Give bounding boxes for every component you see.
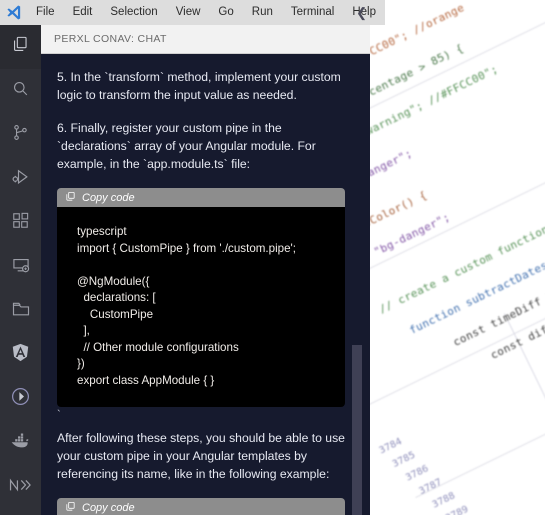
copy-code-button[interactable]: Copy code: [57, 188, 345, 207]
sidebar-item-extensions[interactable]: [0, 201, 41, 245]
sidebar-item-search[interactable]: [0, 69, 41, 113]
vscode-logo-icon: [0, 4, 27, 21]
search-icon: [11, 79, 30, 103]
chat-message-body: 5. In the `transform` method, implement …: [41, 54, 370, 515]
panel-header: PERXL CONAV: CHAT: [41, 25, 370, 54]
sidebar-item-source-control[interactable]: [0, 113, 41, 157]
activity-bar: [0, 25, 41, 515]
perxl-conav-chat-panel: PERXL CONAV: CHAT 5. In the `transform` …: [41, 25, 370, 515]
bg-gutter-number: 3789: [444, 504, 470, 515]
run-and-debug-icon: [11, 167, 31, 192]
chat-paragraph-closing: After following these steps, you should …: [57, 429, 354, 483]
code-line: import { CustomPipe } from './custom.pip…: [77, 241, 345, 258]
code-line: @NgModule({: [77, 274, 345, 291]
code-line: export class AppModule { }: [77, 373, 345, 390]
menu-run[interactable]: Run: [243, 0, 282, 25]
sidebar-item-folders[interactable]: [0, 289, 41, 333]
extensions-blocks-icon: [11, 211, 30, 235]
chat-paragraph-step5: 5. In the `transform` method, implement …: [57, 68, 354, 104]
play-circle-icon: [10, 386, 31, 412]
sidebar-item-angular[interactable]: [0, 333, 41, 377]
copy-code-label-2: Copy code: [82, 502, 135, 514]
sidebar-item-run-and-debug[interactable]: [0, 157, 41, 201]
code-line: declarations: [: [77, 290, 345, 307]
bg-gutter-number: 3784: [377, 436, 403, 456]
code-line: [77, 257, 345, 274]
panel-title: PERXL CONAV: CHAT: [54, 33, 167, 45]
menu-edit[interactable]: Edit: [64, 0, 102, 25]
bg-gutter-number: 3787: [417, 477, 443, 497]
nx-console-icon: [9, 477, 32, 498]
bg-gutter-number: 3785: [391, 450, 417, 470]
docker-whale-icon: [9, 429, 32, 457]
files-explorer-icon: [11, 35, 30, 59]
menu-go[interactable]: Go: [209, 0, 242, 25]
code-line: ],: [77, 323, 345, 340]
code-line: // Other module configurations: [77, 340, 345, 357]
bg-gutter-number: 3788: [431, 490, 457, 510]
sidebar-item-perxl-conav-chat[interactable]: [0, 509, 41, 515]
folder-icon: [11, 299, 31, 324]
menu-view[interactable]: View: [167, 0, 210, 25]
sidebar-item-test-runner[interactable]: [0, 377, 41, 421]
menu-file[interactable]: File: [27, 0, 64, 25]
code-content: typescript import { CustomPipe } from '.…: [57, 207, 345, 407]
code-block-2: Copy code: [57, 498, 345, 515]
code-line: CustomPipe: [77, 307, 345, 324]
code-line: }): [77, 356, 345, 373]
sidebar-item-explorer[interactable]: [0, 25, 41, 69]
copy-code-button-2[interactable]: Copy code: [57, 498, 345, 515]
sidebar-item-remote-explorer[interactable]: [0, 245, 41, 289]
remote-explorer-monitor-icon: [11, 255, 31, 280]
source-control-branch-icon: [11, 123, 30, 147]
bg-gutter-number: 3786: [404, 463, 430, 483]
panel-vertical-scrollbar[interactable]: [352, 345, 362, 515]
menu-selection[interactable]: Selection: [101, 0, 166, 25]
copy-icon: [65, 499, 76, 515]
stray-backtick: `: [57, 409, 354, 421]
app-root: nt } from '@angular/core'; onent impleme…: [0, 0, 545, 515]
copy-code-label: Copy code: [82, 192, 135, 204]
chat-paragraph-step6: 6. Finally, register your custom pipe in…: [57, 119, 354, 173]
code-block: Copy code typescript import { CustomPipe…: [57, 188, 345, 407]
chevron-left-icon[interactable]: ❮: [356, 4, 367, 21]
code-line: typescript: [77, 224, 345, 241]
sidebar-item-docker[interactable]: [0, 421, 41, 465]
menu-terminal[interactable]: Terminal: [282, 0, 343, 25]
menu-bar: File Edit Selection View Go Run Terminal…: [0, 0, 385, 25]
copy-icon: [65, 189, 76, 207]
angular-shield-icon: [10, 342, 31, 368]
sidebar-item-nx-console[interactable]: [0, 465, 41, 509]
